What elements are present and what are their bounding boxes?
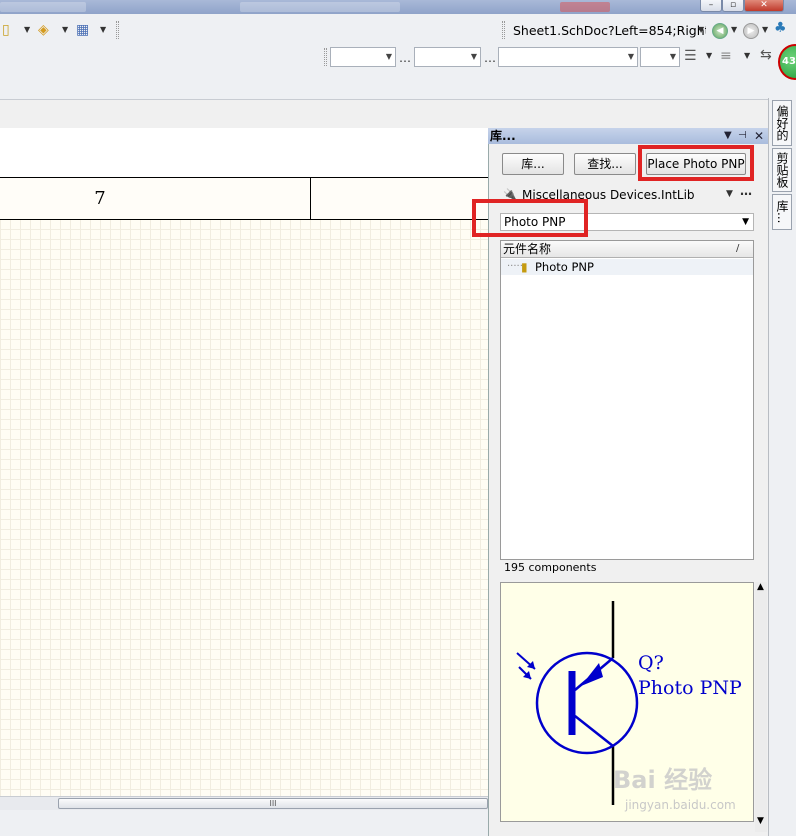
component-column-header[interactable]: 元件名称: [501, 241, 753, 258]
more-icon[interactable]: …: [484, 51, 496, 65]
component-name: Photo PNP: [535, 260, 594, 274]
library-button[interactable]: 库...: [502, 153, 564, 175]
title-block-divider: [310, 178, 311, 220]
highlight-box: [638, 145, 754, 181]
title-blur: [560, 2, 610, 12]
port-icon[interactable]: ◈: [38, 22, 49, 38]
status-strip: [0, 810, 488, 836]
title-blur: [240, 2, 400, 12]
more-icon[interactable]: …: [399, 51, 411, 65]
toolbar-grip[interactable]: [116, 21, 119, 39]
library-more-icon[interactable]: …: [740, 184, 752, 198]
panel-close-icon[interactable]: ✕: [754, 130, 764, 142]
wire-icon[interactable]: ▯: [2, 22, 10, 38]
dropdown-arrow-icon: ▼: [385, 52, 392, 61]
component-icon: ▮: [521, 260, 528, 274]
style-combo[interactable]: ▼: [498, 47, 638, 67]
highlight-box: [472, 199, 588, 237]
collector-line: [574, 715, 614, 747]
swap-icon[interactable]: ⇆: [760, 47, 772, 63]
title-blur: [0, 2, 86, 12]
home-icon[interactable]: ♣: [774, 20, 787, 36]
photo-pnp-symbol: Q? Photo PNP Bai 经验 jingyan.baidu.com: [516, 601, 742, 812]
line-style-icon[interactable]: ☰: [684, 48, 697, 64]
dropdown-arrow-icon: ▼: [742, 217, 749, 227]
pin-icon[interactable]: ⊣: [738, 130, 747, 142]
dropdown-arrow-icon[interactable]: ▼: [762, 22, 768, 38]
title-block-cell: 7: [94, 188, 106, 209]
back-icon[interactable]: ◀: [712, 23, 728, 39]
size-combo[interactable]: ▼: [414, 47, 481, 67]
toolbar-grip[interactable]: [502, 21, 505, 39]
width-combo[interactable]: ▼: [640, 47, 680, 67]
dropdown-arrow-icon[interactable]: ▼: [698, 22, 704, 38]
emitter-arrow: [581, 663, 603, 686]
watermark-url: jingyan.baidu.com: [624, 798, 736, 812]
scroll-down-icon[interactable]: ▼: [757, 816, 764, 826]
dropdown-arrow-icon[interactable]: ▼: [100, 22, 106, 38]
line-pattern-icon[interactable]: ≡: [720, 48, 732, 64]
tab-libraries[interactable]: 库...: [772, 194, 792, 230]
dropdown-arrow-icon[interactable]: ▼: [62, 22, 68, 38]
minimize-button[interactable]: –: [700, 0, 722, 12]
title-block-header: [0, 128, 488, 178]
dropdown-arrow-icon: ▼: [627, 52, 634, 61]
dropdown-arrow-icon[interactable]: ▼: [706, 48, 712, 64]
grid-icon[interactable]: ▦: [76, 22, 89, 38]
dropdown-arrow-icon: ▼: [669, 52, 676, 61]
dropdown-arrow-icon[interactable]: ▼: [726, 186, 733, 202]
schematic-canvas[interactable]: [0, 128, 488, 796]
toolbar-grip[interactable]: [324, 48, 327, 66]
tab-favorites[interactable]: 偏好的: [772, 100, 792, 146]
toolbar: ▯ ▼ ◈ ▼ ▦ ▼ Sheet1.SchDoc?Left=854;Right…: [0, 14, 796, 100]
comment-label: Photo PNP: [638, 677, 742, 699]
designator-label: Q?: [638, 652, 664, 674]
font-combo[interactable]: ▼: [330, 47, 396, 67]
watermark-brand: Bai 经验: [613, 766, 712, 794]
forward-icon[interactable]: ▶: [743, 23, 759, 39]
scroll-up-icon[interactable]: ▲: [757, 582, 764, 592]
component-list[interactable]: [500, 240, 754, 560]
maximize-button[interactable]: ▫: [722, 0, 744, 12]
tab-clipboard[interactable]: 剪贴板: [772, 148, 792, 192]
dropdown-arrow-icon[interactable]: ▼: [24, 22, 30, 38]
dropdown-arrow-icon[interactable]: ▼: [731, 22, 737, 38]
sort-icon[interactable]: /: [736, 243, 739, 254]
window-title-bar: – ▫ ✕: [0, 0, 796, 14]
transistor-body: [535, 651, 639, 755]
address-field[interactable]: Sheet1.SchDoc?Left=854;Right=: [510, 22, 706, 40]
dropdown-arrow-icon[interactable]: ▼: [744, 48, 750, 64]
symbol-preview: Q? Photo PNP Bai 经验 jingyan.baidu.com: [500, 582, 754, 822]
preview-scrollbar[interactable]: ▲ ▼: [755, 582, 767, 832]
dropdown-arrow-icon: ▼: [470, 52, 477, 61]
scrollbar-thumb[interactable]: III: [58, 798, 488, 809]
list-item[interactable]: ····· ▮ Photo PNP: [501, 259, 753, 275]
component-count: 195 components: [504, 561, 597, 574]
close-button[interactable]: ✕: [744, 0, 784, 12]
search-button[interactable]: 查找...: [574, 153, 636, 175]
panel-menu-icon[interactable]: ▼: [724, 130, 732, 142]
